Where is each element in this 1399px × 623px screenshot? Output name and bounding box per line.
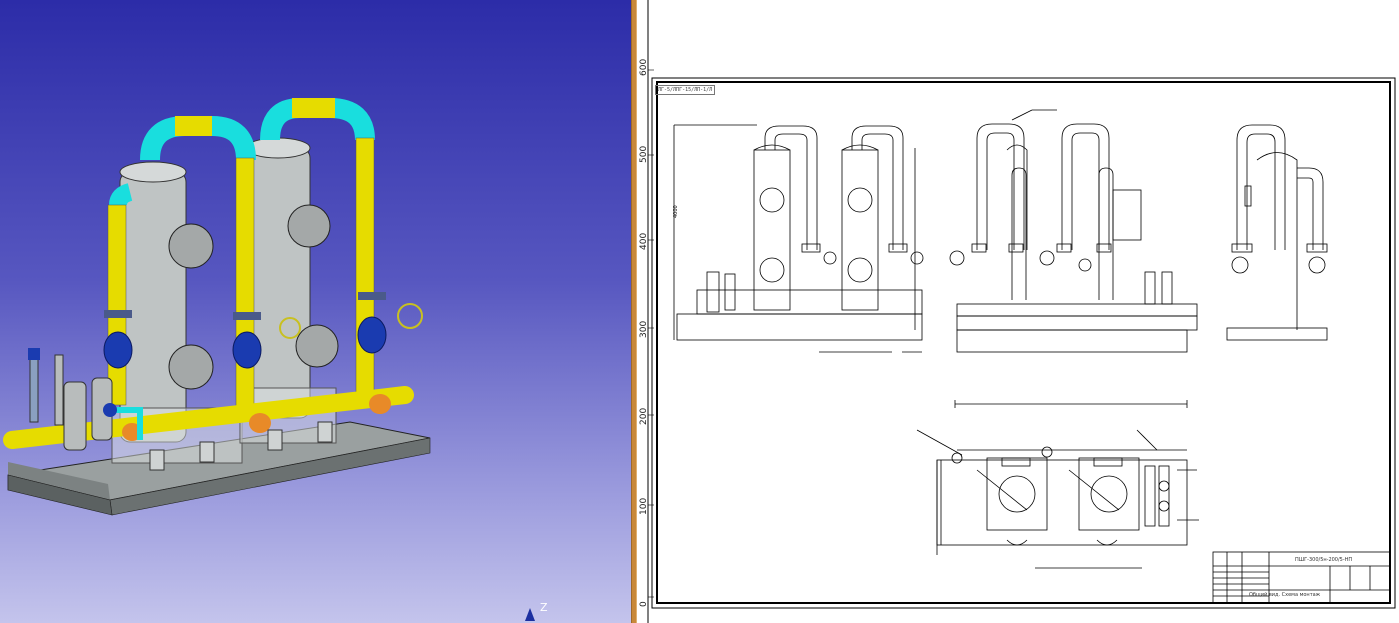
riser-pipe-3 [355,137,375,399]
support-3 [267,429,283,451]
side-view [949,109,1198,353]
ruler-label-100: 100 [639,497,649,515]
ball-valve-1 [103,331,133,369]
instrument-head [28,348,40,360]
plan-view [916,400,1199,569]
filter-1 [63,381,87,451]
drawing-sheet-view[interactable]: 400 0 600 500 400 300 200 100 0 ЛГ-5/ЛПГ-… [637,0,1399,623]
ball-valve-3 [357,316,387,354]
flange-3 [358,292,386,300]
3d-model-scene [3,98,535,621]
flange-2 [233,312,261,320]
ruler-label-300: 300 [639,320,649,338]
vessel-1-manhole-lower [168,344,214,390]
support-1 [149,449,165,471]
ruler-label-0: 0 [639,601,649,607]
ruler-label-600: 600 [639,58,649,76]
drawing-sheet: 4000 [647,0,1396,623]
title-block-designation: ПШГ-300/5н-200/5-НП [1295,557,1353,563]
vessel-1-head [119,161,187,183]
riser-pipe-1 [107,204,127,406]
flange-1 [104,310,132,318]
ball-valve-2 [232,331,262,369]
tee-fitting-2 [369,394,391,414]
separator-vessel-2 [245,147,311,419]
z-axis-label: Z [540,601,548,614]
handwheel-3 [397,303,423,329]
front-dim-height: 4000 [673,205,679,218]
end-view [1226,124,1328,341]
title-block-name: Общий вид. Схема монтаж [1249,592,1321,598]
ruler-label-500: 500 [639,145,649,163]
vessel-1-manhole-upper [168,223,214,269]
z-axis-arrow-icon [525,608,535,621]
separator-vessel-1 [119,171,187,443]
ruler-label-200: 200 [639,407,649,425]
ruler-label-400: 400 [639,232,649,250]
instrument-stand [29,351,39,423]
support-2 [199,441,215,463]
vent-pipe [54,354,64,426]
sheet-outer-frame [651,77,1396,609]
sheet-inner-frame [656,81,1391,604]
sheet-code-label: ЛГ-5/ЛПГ-15/ЛП-1/Л [655,85,716,95]
riser-pipe-2 [235,157,255,421]
3d-model-viewport[interactable]: Z [0,0,631,623]
small-valve [103,403,117,417]
vessel-2-manhole-lower [295,324,339,368]
support-4 [317,421,333,443]
vessel-2-manhole-upper [287,204,331,248]
front-view [673,124,924,353]
